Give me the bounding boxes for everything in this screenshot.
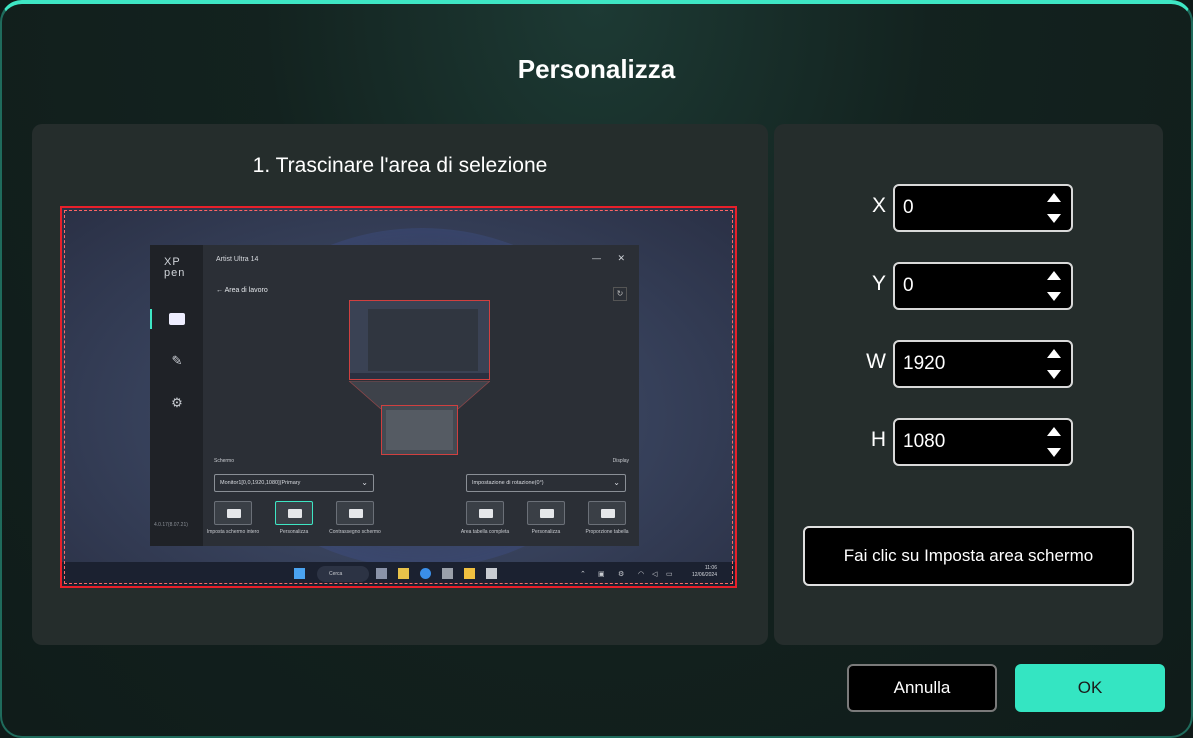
coordinates-panel: X Y W H Fai cl [774, 124, 1163, 645]
option-full-tablet [466, 501, 504, 525]
option-label: Contrassegno schermo [329, 529, 381, 535]
h-spinner[interactable] [1047, 427, 1061, 457]
battery-icon: ▭ [666, 571, 673, 578]
h-input[interactable] [903, 420, 1033, 464]
mic-icon [442, 568, 453, 579]
field-row-h: H [774, 418, 1163, 466]
x-field[interactable] [893, 184, 1073, 232]
ok-button[interactable]: OK [1015, 664, 1165, 712]
option-label: Proporzione tabella [585, 529, 629, 535]
selection-panel: 1. Trascinare l'area di selezione XP pen… [32, 124, 768, 645]
dialog-title: Personalizza [517, 54, 676, 84]
section-display-label: Display [612, 458, 629, 464]
field-label-h: H [870, 428, 886, 451]
refresh-icon: ↻ [613, 287, 627, 301]
arrow-down-icon [1047, 292, 1061, 301]
w-input[interactable] [903, 342, 1033, 386]
preview-subtitle: ← Area di lavoro [216, 287, 268, 294]
option-custom-tablet [527, 501, 565, 525]
display-icon [169, 313, 185, 325]
screen-selection-area[interactable]: XP pen ✎ ⚙ 4.0.17(8.07.21) Artist Ultra … [60, 206, 737, 588]
field-row-w: W [774, 340, 1163, 388]
chevron-down-icon: ⌄ [613, 478, 620, 487]
chevron-down-icon: ⌄ [361, 478, 368, 487]
set-screen-area-button[interactable]: Fai clic su Imposta area schermo [803, 526, 1134, 586]
option-label: Personalizza [279, 529, 309, 535]
field-row-x: X [774, 184, 1163, 232]
field-label-y: Y [871, 272, 886, 295]
y-field[interactable] [893, 262, 1073, 310]
sidebar-active-indicator [150, 309, 152, 329]
section-screen-label: Schermo [214, 458, 235, 464]
edge-icon [420, 568, 431, 579]
customize-dialog: Personalizza 1. Trascinare l'area di sel… [0, 0, 1193, 738]
tray-icon: ⚙ [618, 571, 625, 578]
option-full-screen [214, 501, 252, 525]
w-spinner[interactable] [1047, 349, 1061, 379]
field-label-x: X [871, 194, 886, 217]
step-label: 1. Trascinare l'area di selezione [252, 154, 548, 177]
option-label: Personalizza [531, 529, 561, 535]
xppen-task-icon [486, 568, 497, 579]
h-field[interactable] [893, 418, 1073, 466]
option-mark-screen [336, 501, 374, 525]
close-icon: ✕ [617, 253, 625, 263]
x-input[interactable] [903, 186, 1033, 230]
preview-app-window: XP pen ✎ ⚙ 4.0.17(8.07.21) Artist Ultra … [150, 245, 639, 546]
preview-app-title: Artist Ultra 14 [216, 256, 259, 263]
arrow-left-icon: ← [216, 287, 225, 294]
windows-start-icon [294, 568, 305, 579]
preview-taskbar: Cerca ⌃ ▣ ⚙ ◠ ◁ ▭ 11:06 12/06/2024 [62, 562, 735, 586]
version-text: 4.0.17(8.07.21) [154, 522, 188, 528]
y-spinner[interactable] [1047, 271, 1061, 301]
y-input[interactable] [903, 264, 1033, 308]
taskbar-search: Cerca [317, 566, 369, 582]
option-tablet-proportion [588, 501, 626, 525]
xppen-logo: XP pen [164, 256, 186, 279]
mini-tablet-preview [381, 405, 458, 455]
widgets-icon [398, 568, 409, 579]
explorer-icon [464, 568, 475, 579]
pen-icon: ✎ [171, 353, 183, 368]
preview-sidebar: XP pen ✎ ⚙ 4.0.17(8.07.21) [150, 245, 203, 546]
x-spinner[interactable] [1047, 193, 1061, 223]
chevron-up-icon: ⌃ [580, 571, 586, 578]
monitor-select: Monitor1[0,0,1920,1080](Primary ⌄ [214, 474, 374, 492]
taskbar-clock: 11:06 12/06/2024 [691, 565, 717, 578]
w-field[interactable] [893, 340, 1073, 388]
cancel-button[interactable]: Annulla [847, 664, 997, 712]
field-row-y: Y [774, 262, 1163, 310]
arrow-up-icon [1047, 349, 1061, 358]
option-label: Area tabella completa [460, 529, 510, 535]
rotation-select: Impostazione di rotazione(0°) ⌄ [466, 474, 626, 492]
tray-icon: ▣ [598, 571, 605, 578]
option-label: Imposta schermo intero [206, 529, 260, 535]
mini-screen-preview [349, 300, 490, 380]
arrow-up-icon [1047, 193, 1061, 202]
minimize-icon: — [592, 253, 601, 263]
arrow-down-icon [1047, 370, 1061, 379]
field-label-w: W [866, 350, 886, 373]
arrow-up-icon [1047, 271, 1061, 280]
volume-icon: ◁ [652, 571, 658, 578]
wifi-icon: ◠ [638, 571, 645, 578]
gear-icon: ⚙ [171, 395, 183, 410]
arrow-up-icon [1047, 427, 1061, 436]
arrow-down-icon [1047, 448, 1061, 457]
option-custom [275, 501, 313, 525]
taskview-icon [376, 568, 387, 579]
arrow-down-icon [1047, 214, 1061, 223]
